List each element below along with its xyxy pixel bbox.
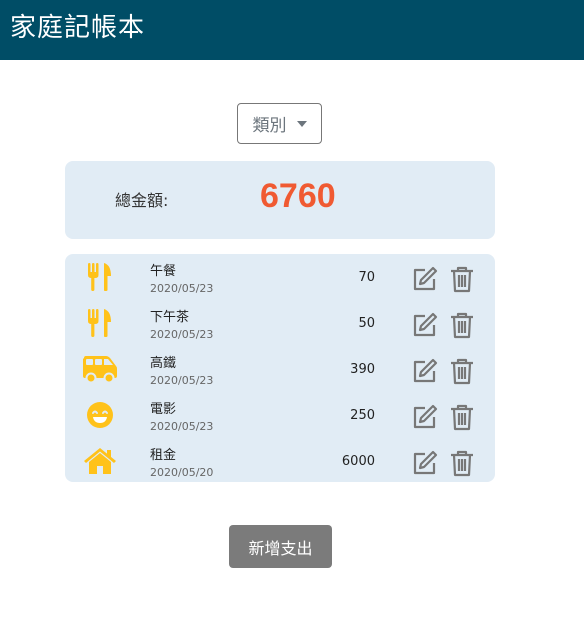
expense-name: 高鐵 [150, 356, 177, 371]
trash-icon[interactable] [449, 403, 475, 431]
total-amount: 6760 [260, 177, 336, 215]
expense-row: 午餐 2020/05/23 70 [65, 256, 495, 302]
expense-amount: 390 [350, 362, 375, 377]
expense-row: 高鐵 2020/05/23 390 [65, 348, 495, 394]
trash-icon[interactable] [449, 265, 475, 293]
home-icon [82, 446, 118, 476]
expense-name: 午餐 [150, 264, 177, 279]
category-dropdown[interactable]: 類別 [237, 103, 322, 144]
grin-icon [82, 400, 118, 430]
expense-amount: 70 [358, 270, 375, 285]
expense-amount: 6000 [341, 454, 375, 469]
utensils-icon [82, 308, 118, 338]
shuttle-van-icon [82, 354, 118, 384]
add-expense-button[interactable]: 新增支出 [229, 525, 332, 568]
app-header: 家庭記帳本 [0, 0, 584, 60]
edit-icon[interactable] [411, 311, 439, 339]
edit-icon[interactable] [411, 357, 439, 385]
edit-icon[interactable] [411, 265, 439, 293]
expense-date: 2020/05/23 [150, 328, 214, 341]
trash-icon[interactable] [449, 449, 475, 477]
trash-icon[interactable] [449, 357, 475, 385]
expense-row: 電影 2020/05/23 250 [65, 394, 495, 440]
expense-name: 下午茶 [150, 310, 190, 325]
category-dropdown-label: 類別 [252, 116, 287, 136]
expense-row: 租金 2020/05/20 6000 [65, 440, 495, 486]
expense-amount: 50 [358, 316, 375, 331]
total-card: 總金額: 6760 [65, 161, 495, 239]
expense-list: 午餐 2020/05/23 70 下午茶 2020/05/23 50 高鐵 20… [65, 254, 495, 482]
edit-icon[interactable] [411, 403, 439, 431]
utensils-icon [82, 262, 118, 292]
app-title: 家庭記帳本 [10, 13, 146, 43]
expense-date: 2020/05/20 [150, 466, 214, 479]
caret-down-icon [296, 120, 307, 127]
expense-date: 2020/05/23 [150, 374, 214, 387]
expense-date: 2020/05/23 [150, 282, 214, 295]
expense-name: 租金 [150, 448, 177, 463]
expense-date: 2020/05/23 [150, 420, 214, 433]
expense-name: 電影 [150, 402, 177, 417]
expense-amount: 250 [350, 408, 375, 423]
trash-icon[interactable] [449, 311, 475, 339]
expense-row: 下午茶 2020/05/23 50 [65, 302, 495, 348]
edit-icon[interactable] [411, 449, 439, 477]
total-label: 總金額: [115, 191, 169, 210]
